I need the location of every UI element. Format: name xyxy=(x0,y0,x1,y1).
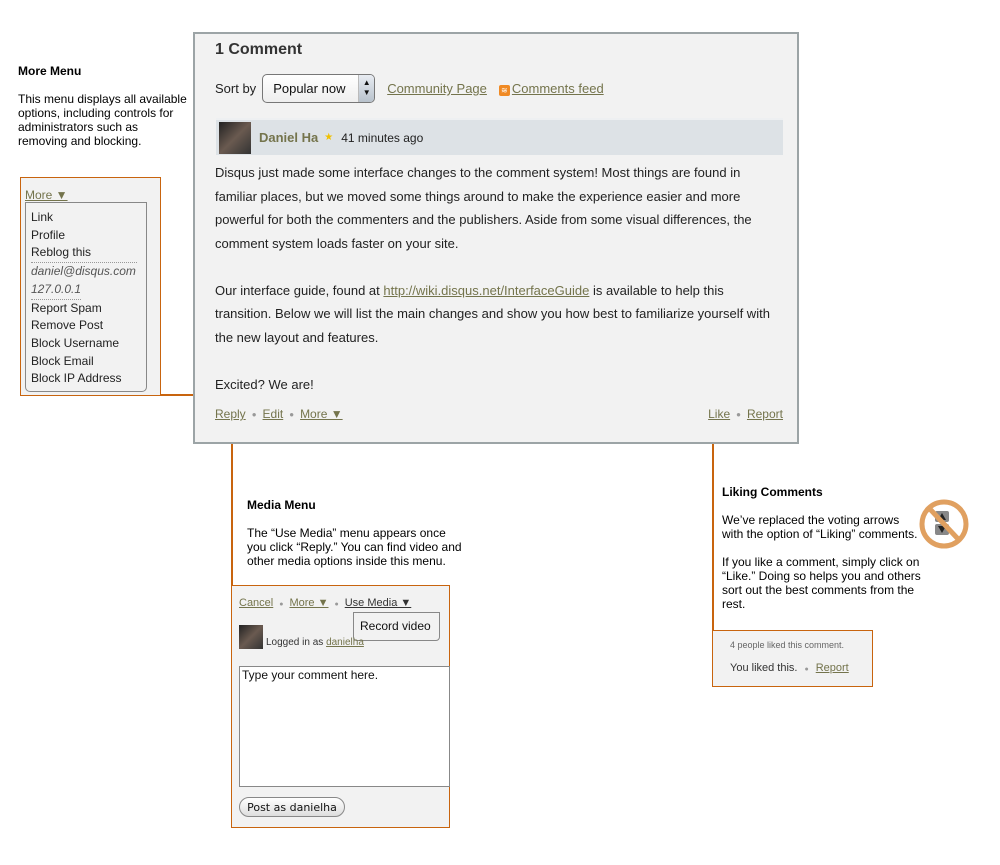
annotation-title: Liking Comments xyxy=(722,485,823,499)
annotation-text: This menu displays all available options… xyxy=(18,92,187,148)
username-link[interactable]: danielha xyxy=(326,637,364,648)
report-link[interactable]: Report xyxy=(816,662,849,674)
record-video-option[interactable]: Record video xyxy=(360,619,431,633)
sort-select[interactable]: Popular now ▲ ▼ xyxy=(262,74,376,103)
liking-annotation: Liking Comments We’ve replaced the votin… xyxy=(722,485,932,625)
connector-line xyxy=(231,430,233,586)
more-menu-example: More ▼ Link Profile Reblog this daniel@d… xyxy=(20,177,161,396)
more-link[interactable]: More ▼ xyxy=(300,407,343,421)
comment-actions-left: Reply ● Edit ● More ▼ xyxy=(215,407,343,421)
media-dropdown: Record video xyxy=(353,612,440,641)
annotation-text: If you like a comment, simply click on “… xyxy=(722,555,921,611)
comment-header: Daniel Ha ★ 41 minutes ago xyxy=(216,118,783,155)
annotation-title: More Menu xyxy=(18,64,82,78)
menu-item-email: daniel@disqus.com xyxy=(31,264,136,279)
comments-feed-link[interactable]: Comments feed xyxy=(512,81,604,96)
menu-item-block-email[interactable]: Block Email xyxy=(31,353,146,371)
like-link[interactable]: Like xyxy=(708,407,730,421)
comment-paragraph: Excited? We are! xyxy=(215,376,314,392)
more-menu-annotation: More Menu This menu displays all availab… xyxy=(18,64,190,162)
post-button[interactable]: Post as danielha xyxy=(239,797,345,817)
report-link[interactable]: Report xyxy=(747,407,783,421)
reply-box-example: Cancel ● More ▼ ● Use Media ▼ Record video L… xyxy=(231,585,450,828)
annotation-text: The “Use Media” menu appears once you cl… xyxy=(247,526,462,568)
menu-item-ip: 127.0.0.1 xyxy=(31,281,82,300)
logged-in-label: Logged in as xyxy=(266,637,324,648)
sort-row: Sort by Popular now ▲ ▼ Community Page ≋ C… xyxy=(215,74,604,103)
comment-body: Disqus just made some interface changes … xyxy=(215,161,780,420)
media-menu-annotation: Media Menu The “Use Media” menu appears … xyxy=(247,498,467,582)
avatar[interactable] xyxy=(219,121,251,154)
annotation-title: Media Menu xyxy=(247,498,316,512)
you-liked-text: You liked this. xyxy=(730,662,798,674)
like-count: 4 people liked this comment. xyxy=(730,640,845,650)
comment-paragraph: Our interface guide, found at http://wik… xyxy=(215,279,780,350)
sort-value: Popular now xyxy=(273,81,346,96)
star-icon: ★ xyxy=(324,132,334,143)
more-menu-list: Link Profile Reblog this daniel@disqus.c… xyxy=(25,202,147,392)
comment-textarea[interactable]: Type your comment here. xyxy=(239,666,450,787)
reply-link[interactable]: Reply xyxy=(215,407,246,421)
like-status: You liked this. ● Report xyxy=(730,662,849,674)
annotation-text: We’ve replaced the voting arrows with th… xyxy=(722,513,918,541)
like-box-example: 4 people liked this comment. You liked t… xyxy=(712,630,873,687)
menu-item-reblog[interactable]: Reblog this xyxy=(31,244,137,264)
rss-icon: ≋ xyxy=(498,85,510,96)
logged-in-text: Logged in as danielha xyxy=(266,637,364,648)
menu-item-report-spam[interactable]: Report Spam xyxy=(31,300,146,318)
menu-item-link[interactable]: Link xyxy=(31,209,146,227)
spinner-arrows-icon: ▲ ▼ xyxy=(358,75,375,102)
no-voting-arrows-icon xyxy=(919,499,969,549)
edit-link[interactable]: Edit xyxy=(263,407,284,421)
comment-count-title: 1 Comment xyxy=(215,41,303,58)
menu-item-remove-post[interactable]: Remove Post xyxy=(31,317,146,335)
text: Our interface guide, found at xyxy=(215,282,384,298)
menu-item-profile[interactable]: Profile xyxy=(31,227,146,245)
sort-label: Sort by xyxy=(215,81,257,96)
connector-line xyxy=(712,433,714,631)
menu-item-block-ip[interactable]: Block IP Address xyxy=(31,370,146,388)
comment-paragraph: Disqus just made some interface changes … xyxy=(215,165,752,251)
community-page-link[interactable]: Community Page xyxy=(387,81,487,96)
comment-actions-right: Like ● Report xyxy=(708,407,783,421)
comment-time: 41 minutes ago xyxy=(341,130,424,145)
more-toggle[interactable]: More ▼ xyxy=(25,188,68,202)
avatar xyxy=(239,625,263,649)
interface-guide-link[interactable]: http://wiki.disqus.net/InterfaceGuide xyxy=(383,283,589,298)
cancel-link[interactable]: Cancel xyxy=(239,597,273,609)
author-name[interactable]: Daniel Ha xyxy=(259,130,318,145)
comments-panel: 1 Comment Sort by Popular now ▲ ▼ Communi… xyxy=(193,32,799,444)
use-media-toggle[interactable]: Use Media ▼ xyxy=(345,597,412,609)
menu-item-block-username[interactable]: Block Username xyxy=(31,335,146,353)
reply-actions: Cancel ● More ▼ ● Use Media ▼ xyxy=(239,597,412,609)
more-link[interactable]: More ▼ xyxy=(289,597,328,609)
